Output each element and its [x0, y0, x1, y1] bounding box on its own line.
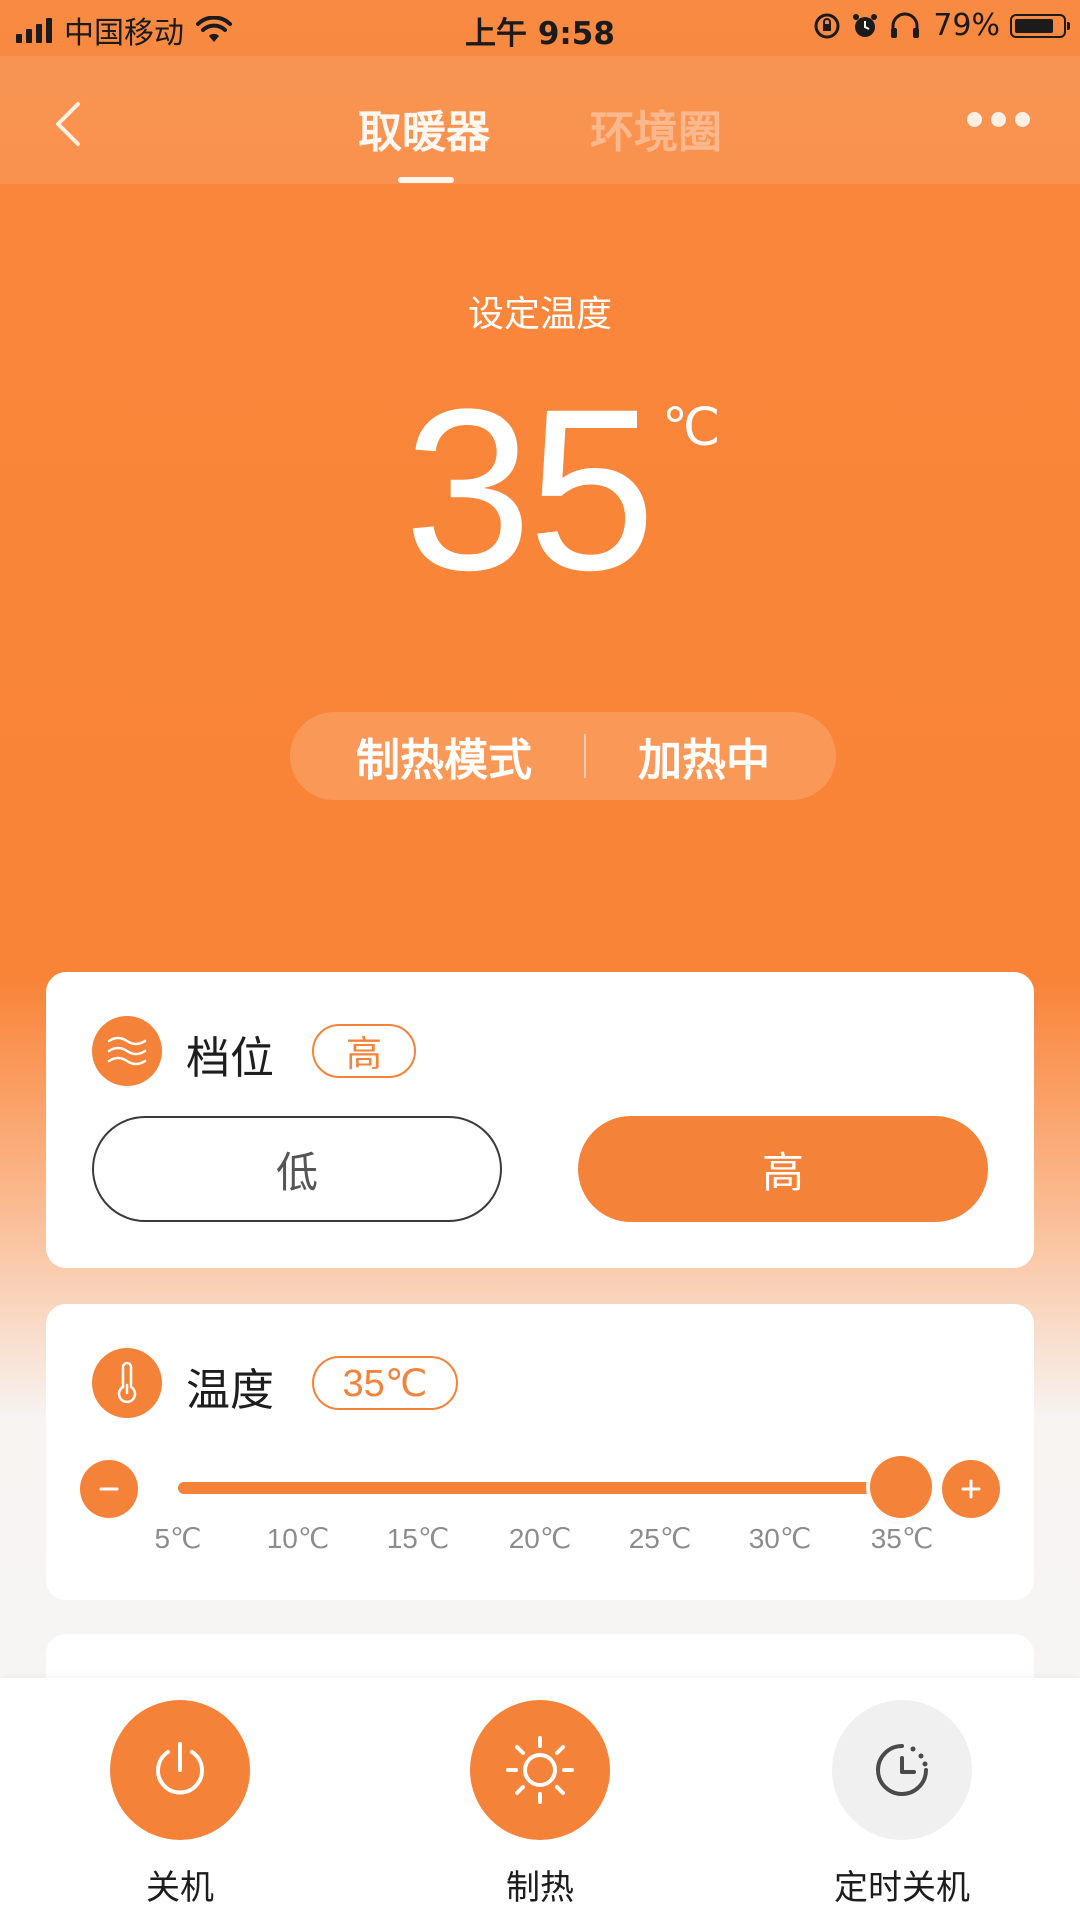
- thermometer-icon: [92, 1348, 162, 1418]
- gear-badge: 高: [312, 1024, 416, 1078]
- timer-off-action[interactable]: 定时关机: [782, 1700, 1022, 1909]
- power-off-action[interactable]: 关机: [60, 1700, 300, 1909]
- more-dot: [967, 112, 982, 127]
- bottom-action-bar: 关机 制热 定时关机: [0, 1678, 1080, 1920]
- rotation-lock-icon: [814, 13, 840, 38]
- timer-icon: [876, 1744, 928, 1796]
- set-temperature-unit: ℃: [662, 399, 721, 457]
- power-off-label: 关机: [146, 1868, 214, 1908]
- slider-tick-label: 15℃: [386, 1523, 450, 1554]
- decrease-temperature-button[interactable]: [80, 1460, 138, 1518]
- tab-indicator: [398, 177, 454, 183]
- mode-status-pill: 制热模式 加热中: [290, 712, 836, 800]
- back-button[interactable]: [40, 94, 100, 154]
- set-temperature-label: 设定温度: [467, 294, 612, 335]
- temperature-title: 温度: [186, 1365, 274, 1416]
- selected-corner-mark: [584, 1814, 610, 1840]
- tab-environment[interactable]: 环境圈: [590, 96, 722, 160]
- slider-tick-label: 25℃: [628, 1523, 692, 1554]
- nav-bar: 取暖器 环境圈: [0, 56, 1080, 184]
- temperature-slider-track[interactable]: [178, 1482, 902, 1494]
- heating-state-label: 加热中: [638, 735, 770, 786]
- timer-off-label: 定时关机: [834, 1868, 970, 1908]
- alarm-icon: [853, 13, 878, 37]
- wind-icon: [92, 1016, 162, 1086]
- slider-tick-label: 30℃: [748, 1523, 812, 1554]
- power-button[interactable]: [110, 1700, 250, 1840]
- pill-divider: [584, 734, 586, 778]
- power-icon: [156, 1742, 204, 1795]
- slider-tick-label: 20℃: [508, 1523, 572, 1554]
- set-temperature-value: 35: [404, 361, 656, 618]
- minus-icon: [99, 1487, 119, 1491]
- more-dot: [991, 112, 1006, 127]
- mode-label: 制热模式: [356, 735, 532, 786]
- slider-tick-label: 5℃: [154, 1523, 202, 1554]
- gear-title: 档位: [186, 1033, 274, 1084]
- more-button[interactable]: [967, 112, 1030, 127]
- increase-temperature-button[interactable]: [942, 1460, 1000, 1518]
- status-right: 79%: [813, 8, 1070, 43]
- temperature-card: 温度 35℃ 5℃ 10℃ 15℃ 20℃ 25℃ 30℃ 35℃: [46, 1304, 1034, 1600]
- gear-card: 档位 高 低 高: [46, 972, 1034, 1268]
- temperature-badge: 35℃: [312, 1356, 458, 1410]
- chevron-left-icon: [56, 102, 80, 146]
- plus-icon: [961, 1479, 981, 1499]
- gear-low-button[interactable]: 低: [92, 1116, 502, 1222]
- more-dot: [1015, 112, 1030, 127]
- heat-label: 制热: [506, 1868, 574, 1908]
- gear-high-button[interactable]: 高: [578, 1116, 988, 1222]
- heat-action[interactable]: 制热: [420, 1700, 660, 1909]
- heat-button[interactable]: [470, 1700, 610, 1840]
- slider-tick-label: 35℃: [870, 1523, 934, 1554]
- sun-icon: [506, 1736, 574, 1804]
- slider-tick-label: 10℃: [266, 1523, 330, 1554]
- temperature-slider-thumb[interactable]: [870, 1456, 932, 1518]
- status-bar: 中国移动 上午 9:58 79%: [0, 0, 1080, 56]
- headphones-icon: [891, 12, 920, 38]
- timer-button[interactable]: [832, 1700, 972, 1840]
- tab-heater[interactable]: 取暖器: [358, 96, 490, 160]
- battery-percent: 79%: [933, 8, 1000, 43]
- battery-icon: [1010, 13, 1070, 38]
